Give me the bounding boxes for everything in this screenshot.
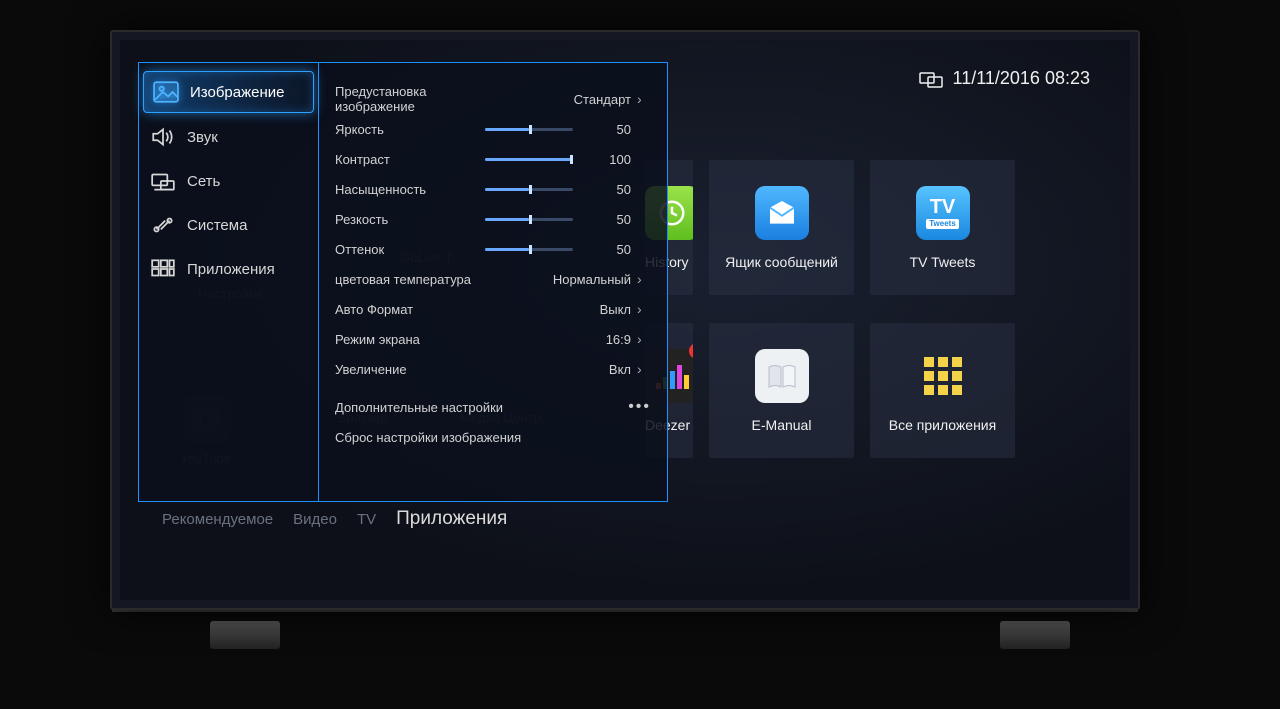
app-label: TV Tweets: [910, 254, 976, 270]
settings-panel: Изображение Звук Сеть Система Приложения: [138, 62, 668, 502]
settings-body: Предустановка изображение Стандарт › Ярк…: [319, 63, 667, 501]
setting-screenmode[interactable]: Режим экрана 16:9 ›: [335, 325, 651, 353]
setting-value: Стандарт: [573, 92, 637, 107]
setting-label: Контраст: [335, 152, 485, 167]
apps-icon: [149, 257, 177, 281]
sidebar-label: Звук: [187, 129, 218, 146]
setting-label: Резкость: [335, 212, 485, 227]
datetime-display: 11/11/2016 08:23: [919, 68, 1090, 89]
slider[interactable]: [485, 248, 573, 251]
setting-tint[interactable]: Оттенок 50: [335, 235, 651, 263]
setting-value: Вкл: [573, 362, 637, 377]
tvtweets-icon: TVTweets: [916, 186, 970, 240]
chevron-right-icon: ›: [637, 91, 651, 107]
sidebar-item-sound[interactable]: Звук: [139, 115, 318, 159]
apps-grid: History Ящик сообщений TVTweets TV Tweet…: [645, 160, 1120, 486]
inbox-icon: [755, 186, 809, 240]
tab-video[interactable]: Видео: [293, 511, 337, 528]
tv-frame: 11/11/2016 08:23 YouTube Настройки Брауз…: [110, 30, 1140, 610]
chevron-right-icon: ›: [637, 331, 651, 347]
setting-reset[interactable]: Сброс настройки изображения: [335, 423, 651, 451]
sidebar-label: Изображение: [190, 84, 285, 101]
setting-advanced[interactable]: Дополнительные настройки •••: [335, 393, 651, 421]
setting-value: Выкл: [573, 302, 637, 317]
tv-stand-left: [210, 621, 280, 649]
setting-zoom[interactable]: Увеличение Вкл ›: [335, 355, 651, 383]
setting-value: 16:9: [573, 332, 637, 347]
setting-label: Авто Формат: [335, 302, 485, 317]
sidebar-item-apps[interactable]: Приложения: [139, 247, 318, 291]
sidebar-item-picture[interactable]: Изображение: [143, 71, 314, 113]
app-label: E-Manual: [752, 417, 812, 433]
setting-label: Увеличение: [335, 362, 485, 377]
screens-icon: [919, 70, 943, 88]
notification-badge: 1: [689, 343, 693, 359]
slider[interactable]: [485, 128, 573, 131]
setting-value: 100: [573, 152, 637, 167]
setting-autoformat[interactable]: Авто Формат Выкл ›: [335, 295, 651, 323]
system-icon: [149, 213, 177, 237]
tab-recommended[interactable]: Рекомендуемое: [162, 511, 273, 528]
slider[interactable]: [485, 188, 573, 191]
app-tile-emanual[interactable]: E-Manual: [709, 323, 854, 458]
setting-sharpness[interactable]: Резкость 50: [335, 205, 651, 233]
setting-value: Нормальный: [553, 272, 637, 287]
chevron-right-icon: ›: [637, 271, 651, 287]
slider[interactable]: [485, 158, 573, 161]
app-row-1: History Ящик сообщений TVTweets TV Tweet…: [645, 160, 1120, 295]
app-row-2: 1 Deezer E-Manual: [645, 323, 1120, 458]
chevron-right-icon: ›: [637, 301, 651, 317]
app-label: Ящик сообщений: [725, 254, 838, 270]
sidebar-label: Приложения: [187, 261, 275, 278]
sidebar-label: Сеть: [187, 173, 220, 190]
setting-label: Насыщенность: [335, 182, 485, 197]
app-tile-allapps[interactable]: Все приложения: [870, 323, 1015, 458]
setting-preset[interactable]: Предустановка изображение Стандарт ›: [335, 85, 651, 113]
setting-label: Яркость: [335, 122, 485, 137]
setting-saturation[interactable]: Насыщенность 50: [335, 175, 651, 203]
network-icon: [149, 169, 177, 193]
sidebar-label: Система: [187, 217, 247, 234]
app-tile-tvtweets[interactable]: TVTweets TV Tweets: [870, 160, 1015, 295]
allapps-icon: [916, 349, 970, 403]
datetime-text: 11/11/2016 08:23: [953, 68, 1090, 89]
slider[interactable]: [485, 218, 573, 221]
setting-value: 50: [573, 182, 637, 197]
chevron-right-icon: ›: [637, 361, 651, 377]
tab-tv[interactable]: TV: [357, 511, 376, 528]
tv-stand-right: [1000, 621, 1070, 649]
setting-contrast[interactable]: Контраст 100: [335, 145, 651, 173]
sidebar-item-system[interactable]: Система: [139, 203, 318, 247]
app-tile-inbox[interactable]: Ящик сообщений: [709, 160, 854, 295]
setting-label: Оттенок: [335, 242, 485, 257]
setting-label: Режим экрана: [335, 332, 485, 347]
setting-label: цветовая температура: [335, 272, 485, 287]
setting-value: 50: [573, 122, 637, 137]
app-label: Все приложения: [889, 417, 996, 433]
setting-colortemp[interactable]: цветовая температура Нормальный ›: [335, 265, 651, 293]
picture-icon: [152, 80, 180, 104]
sound-icon: [149, 125, 177, 149]
setting-label: Сброс настройки изображения: [335, 430, 565, 445]
sidebar-item-network[interactable]: Сеть: [139, 159, 318, 203]
emanual-icon: [755, 349, 809, 403]
tv-screen: 11/11/2016 08:23 YouTube Настройки Брауз…: [120, 40, 1130, 600]
setting-value: 50: [573, 242, 637, 257]
setting-brightness[interactable]: Яркость 50: [335, 115, 651, 143]
more-icon: •••: [628, 398, 651, 416]
setting-label: Дополнительные настройки: [335, 400, 565, 415]
tab-apps[interactable]: Приложения: [396, 508, 507, 530]
settings-sidebar: Изображение Звук Сеть Система Приложения: [139, 63, 319, 501]
setting-label: Предустановка изображение: [335, 84, 485, 114]
category-tabs: Рекомендуемое Видео TV Приложения: [162, 508, 507, 530]
setting-value: 50: [573, 212, 637, 227]
